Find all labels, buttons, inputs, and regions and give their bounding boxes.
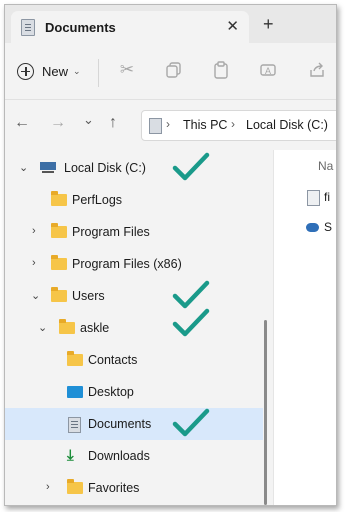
scrollbar-thumb[interactable] [264,320,267,505]
folder-icon [51,255,67,270]
recent-locations-icon[interactable]: ⌄ [83,112,94,128]
folder-icon [67,351,83,366]
tree-item-label: Favorites [88,481,140,495]
back-arrow-icon[interactable]: ← [14,114,30,132]
chevron-down-icon[interactable]: ⌄ [38,321,47,334]
column-header-name[interactable]: Na [318,159,333,173]
cloud-shortcut-icon [306,223,319,232]
explorer-window: Documents ✕ + New ⌄ ✂ A ← → ⌄ ↑ › This P… [4,4,337,506]
new-button[interactable]: New ⌄ [17,59,81,83]
folder-icon [67,479,83,494]
navigation-scrollbar[interactable] [264,155,267,505]
download-icon: ⤓ [67,447,74,464]
tree-item-label: Users [72,289,105,303]
documents-icon [68,417,81,433]
tree-item-label: Contacts [88,353,138,367]
tree-item-label: Local Disk (C:) [64,161,146,175]
folder-icon [51,191,67,206]
chevron-right-icon[interactable]: › [32,257,36,269]
copy-icon[interactable] [165,61,183,79]
share-icon[interactable] [308,61,326,79]
chevron-right-icon[interactable]: › [32,225,36,237]
new-tab-button[interactable]: + [263,14,274,35]
svg-text:A: A [265,66,271,76]
new-button-label: New [42,63,69,79]
tree-item-label: Downloads [88,449,150,463]
tree-item-contacts[interactable]: Contacts [5,344,263,376]
breadcrumb-this-pc[interactable]: This PC [183,118,227,132]
up-arrow-icon[interactable]: ↑ [109,114,117,132]
folder-icon [51,287,67,302]
close-tab-icon[interactable]: ✕ [226,17,239,35]
chevron-down-icon[interactable]: ⌄ [19,161,28,174]
address-bar[interactable]: › This PC › Local Disk (C:) [141,110,336,141]
tree-item-users[interactable]: ⌄ Users [5,280,263,312]
tree-item-downloads[interactable]: ⤓ Downloads [5,440,263,472]
tree-item-favorites[interactable]: › Favorites [5,472,263,504]
this-pc-icon [149,118,162,134]
tab-documents[interactable]: Documents ✕ [11,11,249,43]
cut-icon[interactable]: ✂ [118,61,136,79]
tree-item-program-files[interactable]: › Program Files [5,216,263,248]
navigation-pane: ⌄ Local Disk (C:) PerfLogs › Program Fil… [5,150,263,505]
tree-item-local-disk[interactable]: ⌄ Local Disk (C:) [5,152,263,184]
tree-item-documents[interactable]: Documents [5,408,263,440]
tree-item-askle[interactable]: ⌄ askle [5,312,263,344]
folder-icon [51,223,67,238]
desktop-icon [67,386,83,398]
breadcrumb-separator: › [166,117,170,131]
tree-item-program-files-x86[interactable]: › Program Files (x86) [5,248,263,280]
tree-item-label: Program Files (x86) [72,257,182,271]
plus-circle-icon [17,62,34,80]
documents-icon [21,19,35,36]
chevron-down-icon[interactable]: ⌄ [31,289,40,302]
tree-item-label: Program Files [72,225,150,239]
paste-icon[interactable] [212,61,230,79]
checkmark-icon [171,408,211,440]
tree-item-label: askle [80,321,110,335]
breadcrumb-local-disk[interactable]: Local Disk (C:) [246,118,328,132]
chevron-right-icon[interactable]: › [46,481,50,493]
checkmark-icon [171,152,211,184]
content-pane: Na fi S [273,150,336,505]
tree-item-desktop[interactable]: Desktop [5,376,263,408]
rename-icon[interactable]: A [259,61,277,79]
tree-item-label: PerfLogs [72,193,123,207]
folder-icon [59,319,75,334]
toolbar-divider [98,59,99,87]
chevron-down-icon: ⌄ [73,65,81,76]
file-icon [307,190,320,206]
file-item-label[interactable]: fi [324,190,330,204]
tab-bar: Documents ✕ + [5,5,336,43]
forward-arrow-icon[interactable]: → [50,114,66,132]
breadcrumb-separator: › [231,117,235,131]
tab-title: Documents [45,20,116,35]
tree-item-label: Desktop [88,385,134,399]
navigation-row: ← → ⌄ ↑ › This PC › Local Disk (C:) [5,100,336,150]
tree-item-label: Documents [88,417,152,431]
tree-item-perflogs[interactable]: PerfLogs [5,184,263,216]
command-bar: New ⌄ ✂ A [5,43,336,100]
shortcut-item-label[interactable]: S [324,220,332,234]
drive-icon [40,162,56,173]
checkmark-icon [171,308,211,340]
